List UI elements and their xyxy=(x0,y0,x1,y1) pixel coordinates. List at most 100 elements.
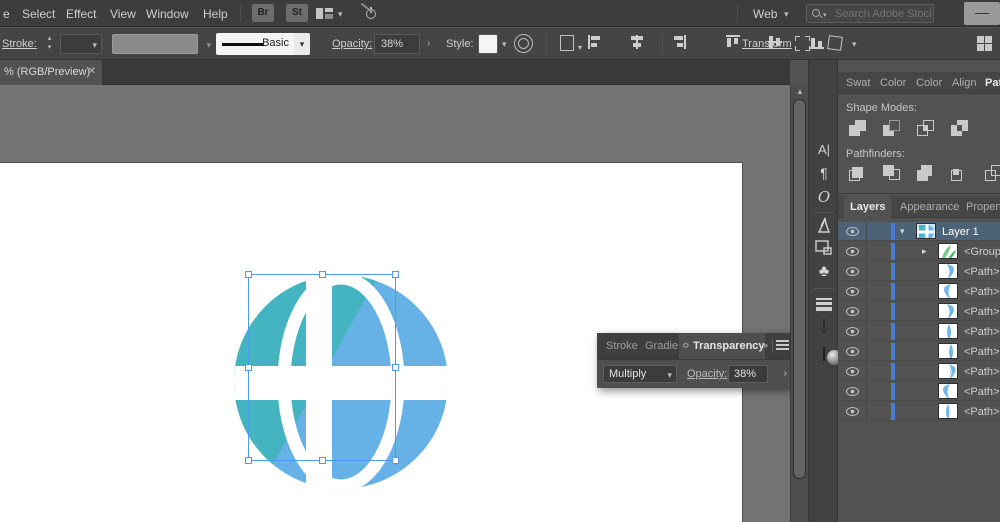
close-icon[interactable]: ✕ xyxy=(88,66,96,77)
tab-pathfinder[interactable]: Path xyxy=(985,77,1000,89)
tab-appearance[interactable]: Appearance xyxy=(900,201,959,213)
align-top-icon[interactable] xyxy=(726,35,741,49)
tab-layers[interactable]: Layers xyxy=(844,196,892,218)
stroke-panel-icon[interactable] xyxy=(809,296,839,313)
visibility-eye-icon[interactable] xyxy=(846,307,859,316)
scroll-up-icon[interactable]: ▲ xyxy=(791,87,809,96)
exclude-button[interactable] xyxy=(948,118,974,140)
opacity-field[interactable]: 38% xyxy=(374,34,420,54)
layer-row-path[interactable]: <Path> xyxy=(838,342,1000,361)
trim-button[interactable] xyxy=(880,163,906,185)
layer-thumbnail[interactable] xyxy=(938,243,958,259)
menu-item-window[interactable]: Window xyxy=(146,7,189,21)
scrollbar-thumb[interactable] xyxy=(793,99,806,479)
chevron-down-icon[interactable]: ▾ xyxy=(823,11,827,19)
symbols-panel-icon[interactable] xyxy=(809,240,839,259)
intersect-button[interactable] xyxy=(914,118,940,140)
tab-color-guide[interactable]: Color xyxy=(916,77,942,89)
layer-row-path[interactable]: <Path> xyxy=(838,362,1000,381)
arrange-documents-icon[interactable] xyxy=(316,8,333,19)
crop-button[interactable] xyxy=(948,163,974,185)
tab-color[interactable]: Color xyxy=(880,77,906,89)
opacity-label[interactable]: Opacity: xyxy=(332,38,372,50)
selection-handle[interactable] xyxy=(392,364,399,371)
tab-transparency[interactable]: ≎ Transparency xyxy=(679,333,765,359)
chevron-down-icon[interactable]: ▾ xyxy=(852,39,857,50)
visibility-eye-icon[interactable] xyxy=(846,227,859,236)
layer-label[interactable]: <Path> xyxy=(964,286,999,298)
selection-handle[interactable] xyxy=(319,271,326,278)
vertical-scrollbar[interactable]: ▲ xyxy=(790,85,808,522)
tab-swatches[interactable]: Swat xyxy=(846,77,870,89)
selection-handle[interactable] xyxy=(245,271,252,278)
unite-button[interactable] xyxy=(846,118,872,140)
layer-row-layer1[interactable]: ▾ Layer 1 xyxy=(838,222,1000,241)
layer-thumbnail[interactable] xyxy=(938,343,958,359)
stroke-width-stepper[interactable]: ▴ ▾ xyxy=(44,34,55,54)
menu-item-effect[interactable]: Effect xyxy=(66,7,96,21)
layer-label[interactable]: <Group> xyxy=(964,246,1000,258)
visibility-eye-icon[interactable] xyxy=(846,247,859,256)
layer-row-path[interactable]: <Path> xyxy=(838,382,1000,401)
workspace-switcher[interactable]: Web xyxy=(753,7,777,21)
align-bottom-icon[interactable] xyxy=(810,35,825,49)
free-transform-icon[interactable] xyxy=(795,36,810,51)
selection-handle[interactable] xyxy=(245,364,252,371)
layer-thumbnail[interactable] xyxy=(938,383,958,399)
visibility-eye-icon[interactable] xyxy=(846,387,859,396)
share-icon[interactable] xyxy=(360,2,376,20)
selection-handle[interactable] xyxy=(319,457,326,464)
selection-handle[interactable] xyxy=(392,457,399,464)
menu-item-view[interactable]: View xyxy=(110,7,136,21)
layer-label[interactable]: <Path> xyxy=(964,406,999,418)
tab-stroke[interactable]: Stroke xyxy=(606,340,638,352)
visibility-eye-icon[interactable] xyxy=(846,287,859,296)
tab-gradient[interactable]: Gradie xyxy=(645,340,678,352)
layer-label[interactable]: <Path> xyxy=(964,346,999,358)
layer-label[interactable]: <Path> xyxy=(964,386,999,398)
chevron-right-icon[interactable]: › xyxy=(427,38,430,49)
chevron-down-icon[interactable]: ▾ xyxy=(900,226,905,237)
layer-thumbnail[interactable] xyxy=(938,363,958,379)
chevron-right-icon[interactable]: › xyxy=(784,368,787,379)
align-left-icon[interactable] xyxy=(588,35,603,49)
layer-label[interactable]: <Path> xyxy=(964,326,999,338)
search-input[interactable] xyxy=(835,5,931,22)
visibility-eye-icon[interactable] xyxy=(846,267,859,276)
document-tab[interactable]: % (RGB/Preview) ✕ xyxy=(0,60,102,85)
style-swatch[interactable] xyxy=(478,34,498,54)
width-profile-dropdown[interactable]: ▾ xyxy=(112,34,211,54)
blend-mode-dropdown[interactable]: Multiply ▾ xyxy=(603,365,677,383)
layer-thumbnail[interactable] xyxy=(938,283,958,299)
menu-item-fragment[interactable]: e xyxy=(3,7,10,21)
align-right-icon[interactable] xyxy=(672,35,687,49)
stock-button[interactable]: St xyxy=(286,4,308,22)
recolor-artwork-icon[interactable] xyxy=(514,34,533,53)
shape-options-icon[interactable] xyxy=(827,35,843,51)
panel-grid-icon[interactable] xyxy=(977,36,992,51)
align-center-icon[interactable] xyxy=(630,35,645,49)
layer-thumbnail[interactable] xyxy=(938,403,958,419)
layer-row-path[interactable]: <Path> xyxy=(838,322,1000,341)
layer-thumbnail[interactable] xyxy=(938,323,958,339)
chevron-down-icon[interactable]: ▾ xyxy=(294,33,310,55)
layer-row-path[interactable]: <Path> xyxy=(838,302,1000,321)
transparency-panel-icon-wrap[interactable] xyxy=(809,347,842,365)
outline-button[interactable] xyxy=(982,163,1000,185)
layer-thumbnail[interactable] xyxy=(916,223,936,239)
chevron-down-icon[interactable]: ▾ xyxy=(338,9,343,20)
layer-row-path[interactable]: <Path> xyxy=(838,282,1000,301)
selection-handle[interactable] xyxy=(245,457,252,464)
chevron-right-icon[interactable]: ▸ xyxy=(922,246,927,257)
opentype-panel-icon[interactable]: O xyxy=(809,188,839,206)
tab-properties[interactable]: Propertie xyxy=(966,201,1000,213)
visibility-eye-icon[interactable] xyxy=(846,327,859,336)
selection-bounding-box[interactable] xyxy=(245,271,399,464)
search-field[interactable]: ▾ xyxy=(806,4,934,23)
layer-row-path[interactable]: <Path> xyxy=(838,402,1000,421)
layer-label[interactable]: <Path> xyxy=(964,366,999,378)
chevron-down-icon[interactable]: ▾ xyxy=(784,9,789,20)
bridge-button[interactable]: Br xyxy=(252,4,274,22)
tab-align[interactable]: Align xyxy=(952,77,976,89)
minus-front-button[interactable] xyxy=(880,118,906,140)
